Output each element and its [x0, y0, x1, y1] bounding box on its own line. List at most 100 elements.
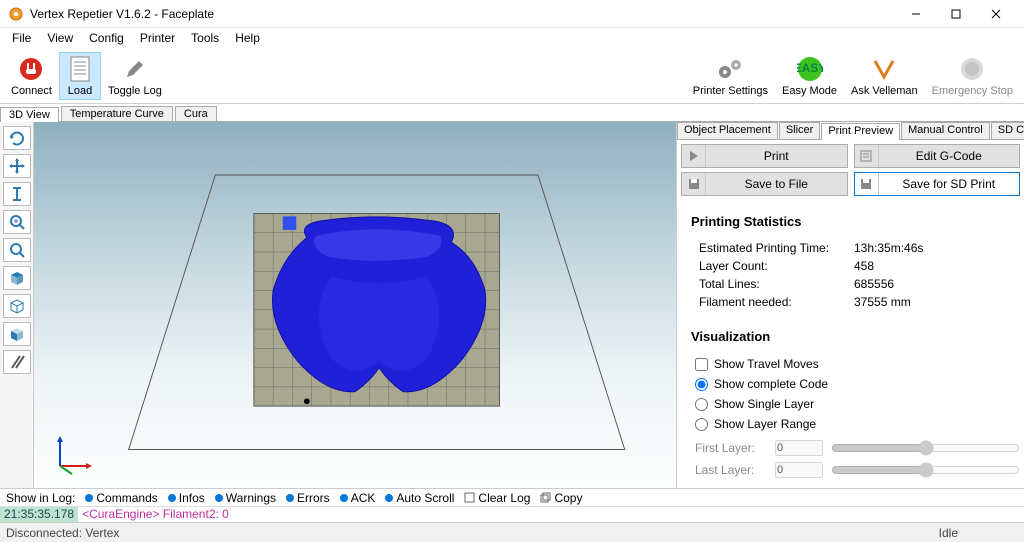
parallel-lines-button[interactable] — [3, 350, 31, 374]
viz-layer-range[interactable]: Show Layer Range — [695, 414, 1020, 434]
tab-manual-control[interactable]: Manual Control — [901, 122, 990, 139]
printer-settings-button[interactable]: Printer Settings — [686, 52, 775, 100]
toggle-log-label: Toggle Log — [108, 85, 162, 97]
view-top-button[interactable] — [3, 266, 31, 290]
maximize-button[interactable] — [936, 2, 976, 26]
log-errors-toggle[interactable]: Errors — [286, 491, 330, 505]
tab-object-placement[interactable]: Object Placement — [677, 122, 778, 139]
stat-layers-key: Layer Count: — [699, 257, 854, 275]
toolbar: Connect Load Toggle Log Printer Settings… — [0, 48, 1024, 104]
connect-button[interactable]: Connect — [4, 52, 59, 100]
zoom-fit-button[interactable] — [3, 238, 31, 262]
view-front-button[interactable] — [3, 322, 31, 346]
log-toolbar: Show in Log: Commands Infos Warnings Err… — [0, 488, 1024, 506]
menu-printer[interactable]: Printer — [132, 29, 183, 47]
svg-text:EASY: EASY — [797, 61, 823, 75]
window-title: Vertex Repetier V1.6.2 - Faceplate — [30, 7, 896, 21]
stat-time-value: 13h:35m:46s — [854, 239, 923, 257]
tab-3d-view[interactable]: 3D View — [0, 107, 59, 122]
menu-config[interactable]: Config — [81, 29, 132, 47]
menu-view[interactable]: View — [39, 29, 81, 47]
tab-temperature-curve[interactable]: Temperature Curve — [61, 106, 173, 121]
last-layer-slider[interactable] — [831, 463, 1020, 477]
first-layer-slider[interactable] — [831, 441, 1020, 455]
dot-icon — [340, 494, 348, 502]
move-button[interactable] — [3, 154, 31, 178]
view-toolbar — [0, 122, 34, 488]
view-iso-button[interactable] — [3, 294, 31, 318]
menu-help[interactable]: Help — [227, 29, 268, 47]
log-infos-toggle[interactable]: Infos — [168, 491, 205, 505]
connect-label: Connect — [11, 85, 52, 97]
save-to-file-label: Save to File — [706, 177, 847, 191]
stat-lines-value: 685556 — [854, 275, 894, 293]
clear-icon — [464, 492, 475, 503]
zoom-in-button[interactable] — [3, 210, 31, 234]
load-label: Load — [68, 85, 92, 97]
velleman-icon — [870, 55, 898, 83]
tab-sd-card[interactable]: SD Card — [991, 122, 1024, 139]
save-for-sd-button[interactable]: Save for SD Print — [854, 172, 1021, 196]
edit-icon — [855, 145, 879, 167]
edit-gcode-button[interactable]: Edit G-Code — [854, 144, 1021, 168]
last-layer-control: Last Layer: — [695, 462, 1020, 478]
statusbar: Disconnected: Vertex Idle — [0, 522, 1024, 542]
clear-log-button[interactable]: Clear Log — [464, 491, 530, 505]
titlebar: Vertex Repetier V1.6.2 - Faceplate — [0, 0, 1024, 28]
range-radio[interactable] — [695, 418, 708, 431]
viz-complete-code[interactable]: Show complete Code — [695, 374, 1020, 394]
easy-icon: EASY — [796, 55, 824, 83]
log-autoscroll-toggle[interactable]: Auto Scroll — [385, 491, 454, 505]
main-area: Object Placement Slicer Print Preview Ma… — [0, 122, 1024, 488]
copy-log-button[interactable]: Copy — [540, 491, 582, 505]
menu-tools[interactable]: Tools — [183, 29, 227, 47]
viz-single-layer[interactable]: Show Single Layer — [695, 394, 1020, 414]
load-button[interactable]: Load — [59, 52, 101, 100]
app-icon — [8, 6, 24, 22]
pencil-icon — [121, 55, 149, 83]
log-console[interactable]: 21:35:35.178 <CuraEngine> Filament2: 0 — [0, 506, 1024, 522]
print-button[interactable]: Print — [681, 144, 848, 168]
last-layer-label: Last Layer: — [695, 463, 767, 477]
complete-radio[interactable] — [695, 378, 708, 391]
easy-mode-button[interactable]: EASY Easy Mode — [775, 52, 844, 100]
print-bed-scene — [34, 122, 676, 488]
toggle-log-button[interactable]: Toggle Log — [101, 52, 169, 100]
travel-checkbox[interactable] — [695, 358, 708, 371]
log-commands-toggle[interactable]: Commands — [85, 491, 157, 505]
emergency-stop-button[interactable]: Emergency Stop — [925, 52, 1020, 100]
minimize-button[interactable] — [896, 2, 936, 26]
3d-viewport[interactable] — [34, 122, 676, 488]
save-icon — [682, 173, 706, 195]
stat-lines-key: Total Lines: — [699, 275, 854, 293]
menu-file[interactable]: File — [4, 29, 39, 47]
printer-settings-label: Printer Settings — [693, 85, 768, 97]
move-z-button[interactable] — [3, 182, 31, 206]
viz-options: Show Travel Moves Show complete Code Sho… — [681, 354, 1020, 478]
save-to-file-button[interactable]: Save to File — [681, 172, 848, 196]
left-tabstrip: 3D View Temperature Curve Cura — [0, 104, 1024, 122]
log-timestamp: 21:35:35.178 — [0, 507, 78, 522]
dot-icon — [286, 494, 294, 502]
viz-travel-moves[interactable]: Show Travel Moves — [695, 354, 1020, 374]
first-layer-input[interactable] — [775, 440, 823, 456]
copy-icon — [540, 492, 551, 503]
close-button[interactable] — [976, 2, 1016, 26]
tab-print-preview[interactable]: Print Preview — [821, 123, 900, 140]
tab-slicer[interactable]: Slicer — [779, 122, 821, 139]
log-line: <CuraEngine> Filament2: 0 — [78, 507, 229, 522]
log-ack-toggle[interactable]: ACK — [340, 491, 376, 505]
rotate-button[interactable] — [3, 126, 31, 150]
print-label: Print — [706, 149, 847, 163]
first-layer-label: First Layer: — [695, 441, 767, 455]
emergency-stop-label: Emergency Stop — [932, 85, 1013, 97]
plug-icon — [17, 55, 45, 83]
ask-velleman-button[interactable]: Ask Velleman — [844, 52, 925, 100]
single-radio[interactable] — [695, 398, 708, 411]
gears-icon — [716, 55, 744, 83]
tab-cura[interactable]: Cura — [175, 106, 217, 121]
log-warnings-toggle[interactable]: Warnings — [215, 491, 276, 505]
last-layer-input[interactable] — [775, 462, 823, 478]
menubar: File View Config Printer Tools Help — [0, 28, 1024, 48]
file-icon — [66, 55, 94, 83]
